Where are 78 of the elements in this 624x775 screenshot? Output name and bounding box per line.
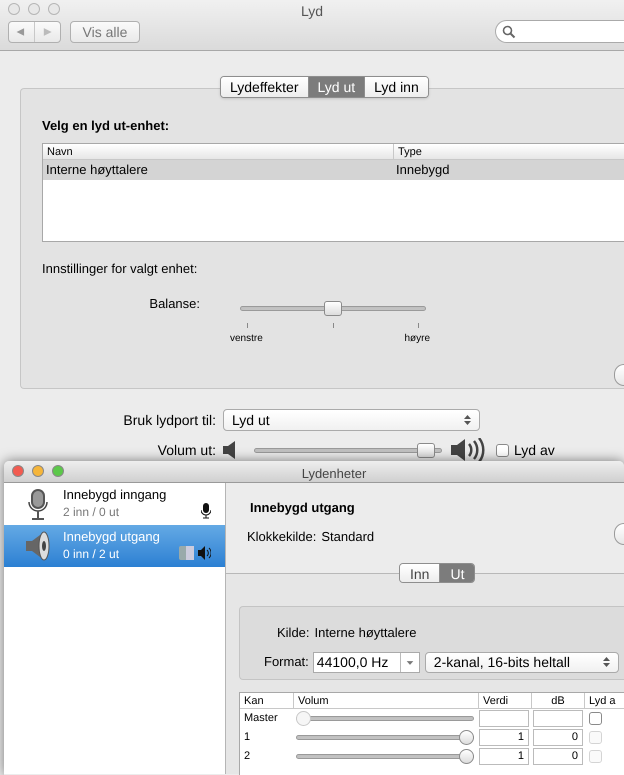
close-button[interactable] <box>12 465 24 477</box>
value-field[interactable] <box>479 710 529 727</box>
search-icon <box>502 24 516 38</box>
device-io: 0 inn / 2 ut <box>63 546 120 563</box>
speaker-icon <box>223 440 237 460</box>
table-cell-text: Interne høyttalere <box>45 160 149 179</box>
field-label: Klokkekilde: <box>247 528 316 546</box>
slider-thumb[interactable] <box>324 301 342 316</box>
window-control-button[interactable] <box>8 3 20 15</box>
window-control-button[interactable] <box>48 3 60 15</box>
table-row[interactable]: Interne høyttalere Innebygd <box>43 160 624 180</box>
checkbox[interactable] <box>589 712 602 725</box>
slider-thumb[interactable] <box>459 730 474 745</box>
checkbox-label: Lyd av <box>514 440 555 460</box>
db-field[interactable] <box>533 710 583 727</box>
slider[interactable] <box>254 442 442 458</box>
zoom-button[interactable] <box>52 465 64 477</box>
column-header[interactable]: dB <box>531 693 584 708</box>
device-list-item[interactable]: Innebygd utgang 0 inn / 2 ut <box>4 525 225 567</box>
show-all-button[interactable]: Vis alle <box>70 21 140 43</box>
table-cell-text: 2 <box>243 749 252 764</box>
value-field[interactable]: 1 <box>479 729 529 746</box>
source-value: Interne høyttalere <box>314 624 416 642</box>
db-field[interactable]: 0 <box>533 748 583 765</box>
slider-thumb[interactable] <box>459 749 474 764</box>
minimize-button[interactable] <box>32 465 44 477</box>
field-label: Kilde: <box>277 624 310 642</box>
field-label: Format: <box>264 653 309 672</box>
table-cell-text: Master <box>243 711 279 726</box>
clock-source-value: Standard <box>321 528 374 546</box>
detail-title: Innebygd utgang <box>250 499 356 517</box>
stepper-arrows-icon <box>464 414 471 426</box>
device-name: Innebygd utgang <box>63 529 161 545</box>
tab[interactable]: Lyd ut <box>308 77 364 97</box>
section-heading: Velg en lyd ut-enhet: <box>42 117 170 135</box>
table-cell-text: Innebygd <box>395 160 450 179</box>
tab[interactable]: Inn <box>400 564 440 582</box>
window-title: Lyd <box>300 2 324 21</box>
window-title: Lydenheter <box>300 465 368 483</box>
speaker-icon <box>24 530 52 562</box>
format-dropdown[interactable]: 2-kanal, 16-bits heltall <box>424 652 619 672</box>
column-header[interactable]: Verdi <box>478 693 531 708</box>
value-field[interactable]: 1 <box>479 748 529 765</box>
slider-thumb[interactable] <box>417 442 436 458</box>
slider-label: Volum ut: <box>156 440 217 460</box>
window-control-button[interactable] <box>28 3 40 15</box>
help-button[interactable] <box>614 364 624 386</box>
device-list-item[interactable]: Innebygd inngang 2 inn / 0 ut <box>4 483 225 525</box>
tab[interactable]: Lydeffekter <box>221 77 308 97</box>
column-header[interactable]: Type <box>393 144 624 158</box>
settings-label: Innstillinger for valgt enhet: <box>42 260 198 278</box>
db-field[interactable]: 0 <box>533 729 583 746</box>
device-io: 2 inn / 0 ut <box>63 504 120 521</box>
help-button[interactable] <box>614 523 624 545</box>
column-header[interactable]: Kan <box>240 693 293 708</box>
slider-label: Balanse: <box>148 295 201 313</box>
field-label: Bruk lydport til: <box>122 410 217 430</box>
checkbox[interactable] <box>496 444 509 456</box>
slider[interactable] <box>296 711 474 726</box>
stepper-arrows-icon <box>602 656 610 668</box>
tick-label: venstre <box>230 332 263 346</box>
sample-rate-combo-box[interactable]: 44100,0 Hz <box>312 652 420 672</box>
speaker-icon <box>198 546 211 560</box>
search-field[interactable] <box>495 20 624 43</box>
column-header[interactable]: Volum <box>293 693 478 708</box>
table-cell-text: 1 <box>243 730 252 746</box>
speaker-loud-icon <box>451 438 487 462</box>
column-header[interactable]: Navn <box>43 144 393 158</box>
tab[interactable]: Lyd inn <box>364 77 428 97</box>
device-name: Innebygd inngang <box>63 487 168 503</box>
microphone-icon <box>201 503 211 519</box>
slider[interactable] <box>296 730 474 745</box>
slider[interactable] <box>296 749 474 764</box>
tick-label: høyre <box>404 332 430 346</box>
column-header[interactable]: Lyd a <box>584 693 624 708</box>
tab[interactable]: Ut <box>439 564 474 582</box>
slider[interactable] <box>240 301 426 316</box>
port-dropdown[interactable]: Lyd ut <box>223 409 480 431</box>
